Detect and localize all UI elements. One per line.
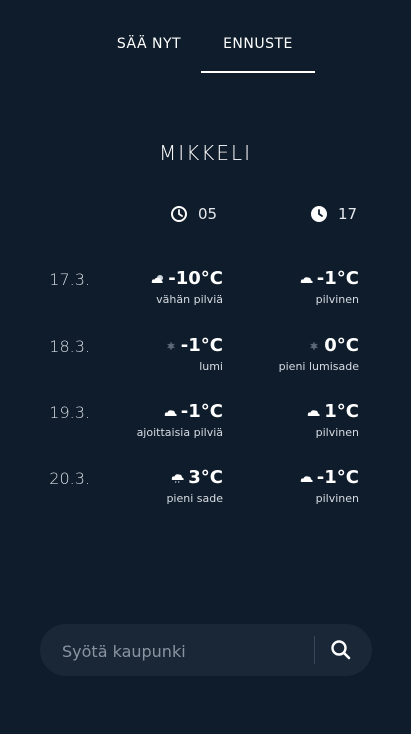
forecast-row: 19.3. -1°C ajoittaisia pilviä 1°C pilvin… xyxy=(0,401,411,453)
forecast-cell-evening: 0°C pieni lumisade xyxy=(279,335,359,373)
weather-description: ajoittaisia pilviä xyxy=(136,426,223,439)
forecast-row: 17.3. -10°C vähän pilviä -1°C pilvinen xyxy=(0,268,411,320)
forecast-cell-evening: 1°C pilvinen xyxy=(307,401,359,439)
time-label-evening: 17 xyxy=(338,205,358,223)
weather-description: pieni lumisade xyxy=(278,360,359,373)
forecast-date: 17.3. xyxy=(49,270,90,289)
weather-description: pilvinen xyxy=(315,492,359,505)
cloud-icon xyxy=(300,475,313,482)
city-search-bar xyxy=(40,624,372,678)
temperature: -1°C xyxy=(180,401,223,422)
tab-forecast[interactable]: ENNUSTE xyxy=(201,36,315,52)
cloud-icon xyxy=(164,409,177,416)
city-search-input[interactable] xyxy=(60,624,304,678)
temperature: 1°C xyxy=(324,401,359,422)
clock-filled-icon xyxy=(311,206,327,222)
city-title: MIKKELI xyxy=(158,141,253,165)
temperature: -1°C xyxy=(316,467,359,488)
temperature: -10°C xyxy=(168,268,223,289)
weather-description: pieni sade xyxy=(166,492,223,505)
forecast-cell-evening: -1°C pilvinen xyxy=(300,467,359,505)
search-divider xyxy=(314,636,315,664)
temperature: 3°C xyxy=(188,467,223,488)
cloud-icon xyxy=(300,276,313,283)
weather-description: pilvinen xyxy=(315,426,359,439)
weather-description: lumi xyxy=(199,360,223,373)
snow-icon xyxy=(167,341,175,350)
time-column-evening: 17 xyxy=(310,205,357,223)
forecast-cell-evening: -1°C pilvinen xyxy=(300,268,359,306)
forecast-row: 20.3. 3°C pieni sade -1°C pilvinen xyxy=(0,467,411,519)
forecast-cell-morning: -1°C lumi xyxy=(164,335,223,373)
partly-cloudy-icon xyxy=(151,274,164,283)
forecast-date: 20.3. xyxy=(49,469,90,488)
forecast-date: 19.3. xyxy=(49,403,90,422)
forecast-row: 18.3. -1°C lumi 0°C pieni lumisade xyxy=(0,335,411,387)
weather-description: vähän pilviä xyxy=(156,293,223,306)
rain-cloud-icon xyxy=(171,473,184,483)
temperature: -1°C xyxy=(180,335,223,356)
forecast-cell-morning: -1°C ajoittaisia pilviä xyxy=(137,401,223,439)
time-label-morning: 05 xyxy=(198,205,218,223)
active-tab-indicator xyxy=(201,71,315,73)
clock-outline-icon xyxy=(171,206,187,222)
time-column-morning: 05 xyxy=(170,205,217,223)
snow-icon xyxy=(310,341,319,350)
temperature: 0°C xyxy=(324,335,359,356)
weather-description: pilvinen xyxy=(315,293,359,306)
temperature: -1°C xyxy=(316,268,359,289)
forecast-cell-morning: -10°C vähän pilviä xyxy=(151,268,223,306)
forecast-date: 18.3. xyxy=(49,337,90,356)
forecast-cell-morning: 3°C pieni sade xyxy=(166,467,223,505)
search-icon[interactable] xyxy=(328,637,354,663)
tab-bar: SÄÄ NYT ENNUSTE xyxy=(0,36,411,76)
cloud-icon xyxy=(307,409,320,416)
tab-weather-now[interactable]: SÄÄ NYT xyxy=(110,36,188,52)
